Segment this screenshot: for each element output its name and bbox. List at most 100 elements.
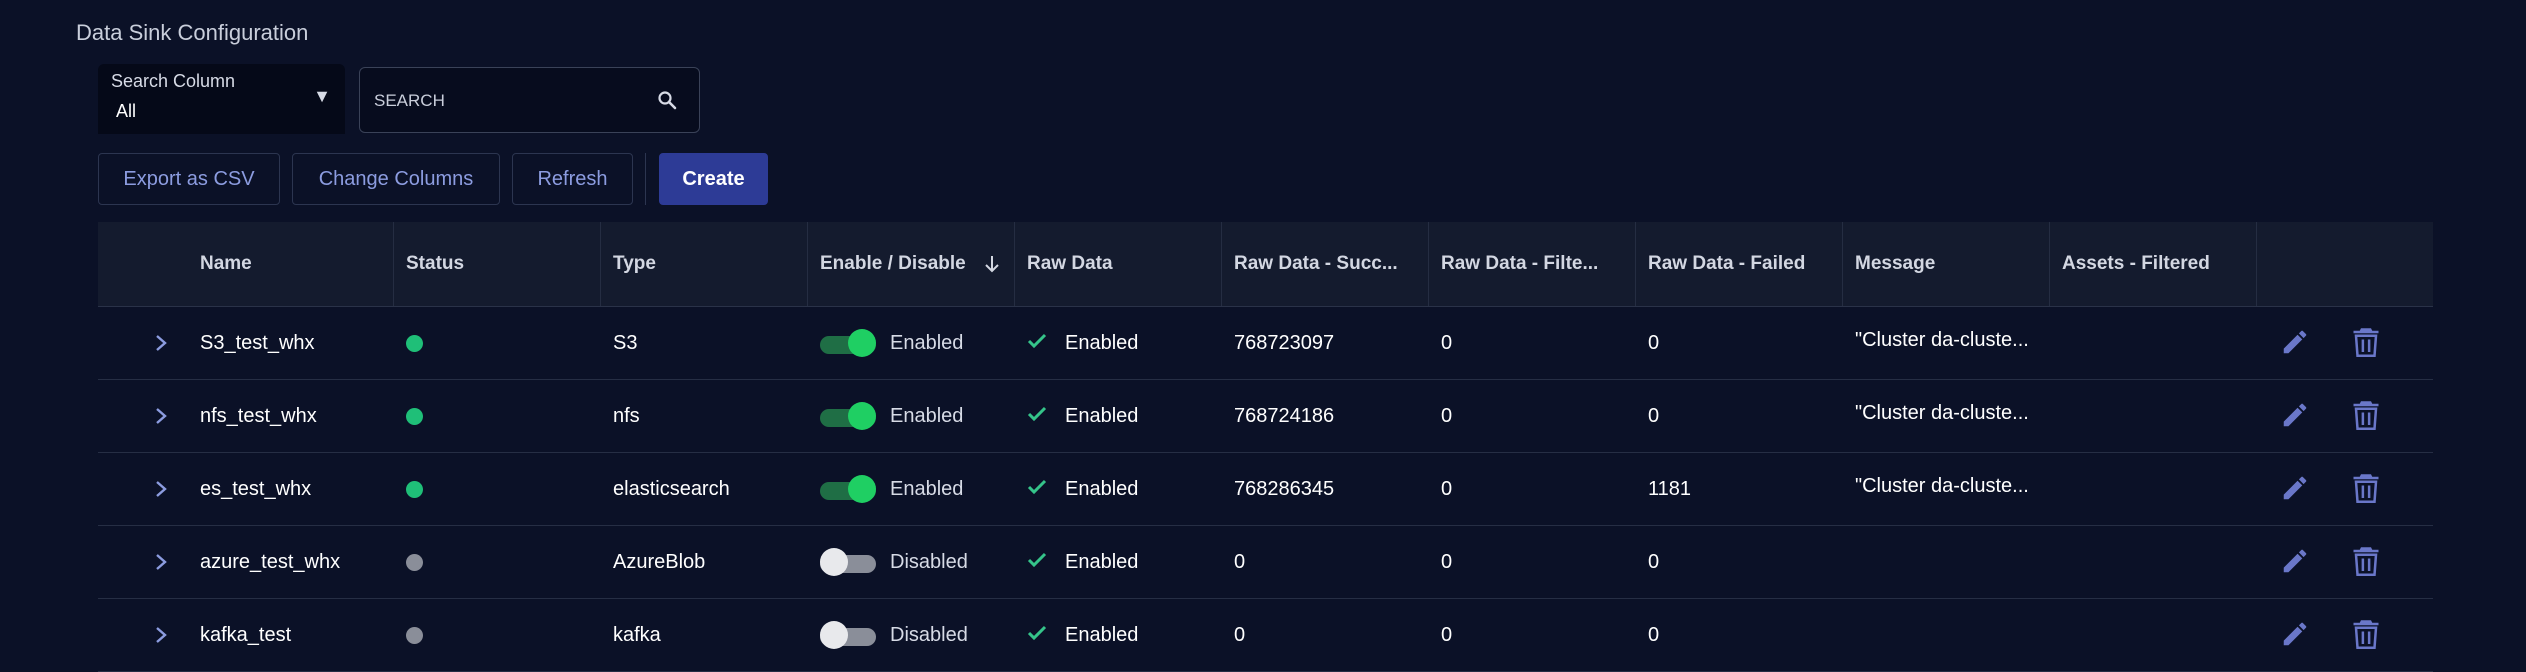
toggle-label: Disabled (890, 550, 968, 573)
pencil-icon[interactable] (2280, 400, 2310, 435)
row-enable-disable: Disabled (808, 599, 1014, 671)
column-header-raw-data-failed[interactable]: Raw Data - Failed (1636, 222, 1842, 306)
toolbar-divider (645, 153, 646, 205)
chevron-right-icon[interactable] (154, 406, 168, 431)
row-name: azure_test_whx (200, 550, 341, 573)
table-row[interactable]: nfs_test_whx nfs 768724186 0 0 "Cluster da-cl… (98, 380, 2433, 453)
search-column-select[interactable]: Search Column All ▼ (98, 64, 345, 134)
raw-data-label: Enabled (1065, 404, 1139, 427)
column-divider (2256, 222, 2257, 306)
column-header-message[interactable]: Message (1843, 222, 2049, 306)
row-status (394, 599, 600, 671)
row-raw-data-failed: 1181 (1648, 477, 1692, 500)
row-raw-data: Enabled (1015, 599, 1221, 671)
caret-down-icon: ▼ (313, 86, 331, 106)
status-dot (406, 407, 423, 425)
trash-icon[interactable] (2351, 325, 2381, 364)
row-raw-data-failed: 0 (1648, 331, 1660, 354)
row-status (394, 453, 600, 525)
row-raw-data-failed: 0 (1648, 623, 1660, 646)
row-type: elasticsearch (613, 477, 730, 500)
data-sink-table: Name Status Type Enable / Disable Raw Da… (98, 222, 2433, 672)
export-csv-button[interactable]: Export as CSV (98, 153, 280, 205)
toggle-label: Enabled (890, 331, 964, 354)
row-raw-data: Enabled (1015, 380, 1221, 452)
row-type: nfs (613, 404, 640, 427)
change-columns-button[interactable]: Change Columns (292, 153, 500, 205)
column-header-type[interactable]: Type (601, 222, 807, 306)
row-status (394, 307, 600, 379)
row-assets-filtered (2050, 307, 2256, 379)
row-name: S3_test_whx (200, 331, 315, 354)
row-raw-data: Enabled (1015, 526, 1221, 598)
chevron-right-icon[interactable] (154, 625, 168, 650)
row-raw-data-failed: 0 (1648, 404, 1660, 427)
trash-icon[interactable] (2351, 544, 2381, 583)
row-message (1843, 599, 2049, 671)
row-type: kafka (613, 623, 661, 646)
toggle-label: Enabled (890, 404, 964, 427)
status-dot (406, 626, 423, 644)
row-name: nfs_test_whx (200, 404, 317, 427)
enable-toggle[interactable] (820, 475, 876, 503)
raw-data-label: Enabled (1065, 477, 1139, 500)
column-header-raw-data-succ[interactable]: Raw Data - Succ... (1222, 222, 1428, 306)
row-status (394, 380, 600, 452)
row-message: "Cluster da-cluste... (1855, 475, 2029, 497)
row-enable-disable: Disabled (808, 526, 1014, 598)
row-enable-disable: Enabled (808, 380, 1014, 452)
row-raw-data-succ: 768723097 (1234, 331, 1335, 354)
row-raw-data-filtered: 0 (1441, 331, 1453, 354)
row-enable-disable: Enabled (808, 453, 1014, 525)
toggle-label: Enabled (890, 477, 964, 500)
chevron-right-icon[interactable] (154, 552, 168, 577)
column-header-raw-data[interactable]: Raw Data (1015, 222, 1221, 306)
trash-icon[interactable] (2351, 617, 2381, 656)
row-raw-data: Enabled (1015, 453, 1221, 525)
row-raw-data-failed: 0 (1648, 550, 1660, 573)
refresh-button[interactable]: Refresh (512, 153, 633, 205)
row-message (1843, 526, 2049, 598)
raw-data-label: Enabled (1065, 623, 1139, 646)
row-raw-data: Enabled (1015, 307, 1221, 379)
search-box[interactable] (359, 67, 700, 133)
row-enable-disable: Enabled (808, 307, 1014, 379)
row-type: S3 (613, 331, 638, 354)
enable-toggle[interactable] (820, 329, 876, 357)
row-status (394, 526, 600, 598)
column-header-raw-data-filtered[interactable]: Raw Data - Filte... (1429, 222, 1635, 306)
pencil-icon[interactable] (2280, 546, 2310, 581)
status-dot (406, 480, 423, 498)
table-header: Name Status Type Enable / Disable Raw Da… (98, 222, 2433, 307)
table-row[interactable]: S3_test_whx S3 768723097 0 0 "Cluster da-clus… (98, 307, 2433, 380)
column-header-status[interactable]: Status (394, 222, 600, 306)
enable-toggle[interactable] (820, 402, 876, 430)
row-raw-data-succ: 768724186 (1234, 404, 1335, 427)
table-row[interactable]: kafka_test kafka 0 0 0 Disabled Enabled (98, 599, 2433, 672)
arrow-down-icon[interactable] (984, 254, 1000, 279)
check-icon (1027, 551, 1047, 574)
toggle-label: Disabled (890, 623, 968, 646)
row-message: "Cluster da-cluste... (1855, 402, 2029, 424)
enable-toggle[interactable] (820, 548, 876, 576)
pencil-icon[interactable] (2280, 473, 2310, 508)
search-icon[interactable] (657, 90, 677, 115)
column-header-assets-filtered[interactable]: Assets - Filtered (2050, 222, 2256, 306)
chevron-right-icon[interactable] (154, 479, 168, 504)
row-raw-data-filtered: 0 (1441, 550, 1453, 573)
trash-icon[interactable] (2351, 398, 2381, 437)
trash-icon[interactable] (2351, 471, 2381, 510)
search-input[interactable] (372, 86, 636, 116)
search-column-value: All (116, 101, 137, 121)
check-icon (1027, 478, 1047, 501)
table-row[interactable]: azure_test_whx AzureBlob 0 0 0 Disabled Enable… (98, 526, 2433, 599)
row-assets-filtered (2050, 599, 2256, 671)
table-row[interactable]: es_test_whx elasticsearch 768286345 0 1181 "C… (98, 453, 2433, 526)
chevron-right-icon[interactable] (154, 333, 168, 358)
pencil-icon[interactable] (2280, 619, 2310, 654)
row-assets-filtered (2050, 453, 2256, 525)
create-button[interactable]: Create (659, 153, 768, 205)
row-name: kafka_test (200, 623, 292, 646)
enable-toggle[interactable] (820, 621, 876, 649)
pencil-icon[interactable] (2280, 327, 2310, 362)
